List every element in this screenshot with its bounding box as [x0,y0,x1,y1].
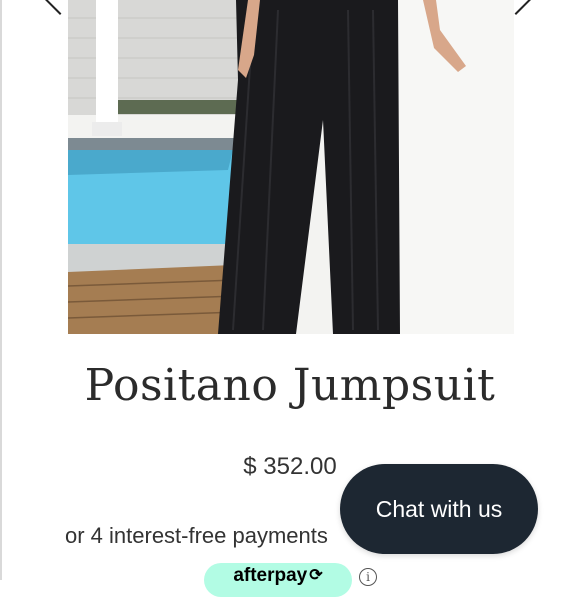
info-icon[interactable]: i [359,568,377,586]
installments-text: or 4 interest-free payments [65,523,328,548]
product-title: Positano Jumpsuit [84,360,496,411]
product-photo-illustration [68,0,514,334]
afterpay-label: afterpay [233,565,308,586]
afterpay-badge[interactable]: afterpay ⟳ [204,563,352,597]
afterpay-logo-icon: ⟳ [309,567,323,584]
chat-with-us-button[interactable]: Chat with us [340,464,538,554]
product-image[interactable] [68,0,514,334]
left-divider [0,0,2,580]
